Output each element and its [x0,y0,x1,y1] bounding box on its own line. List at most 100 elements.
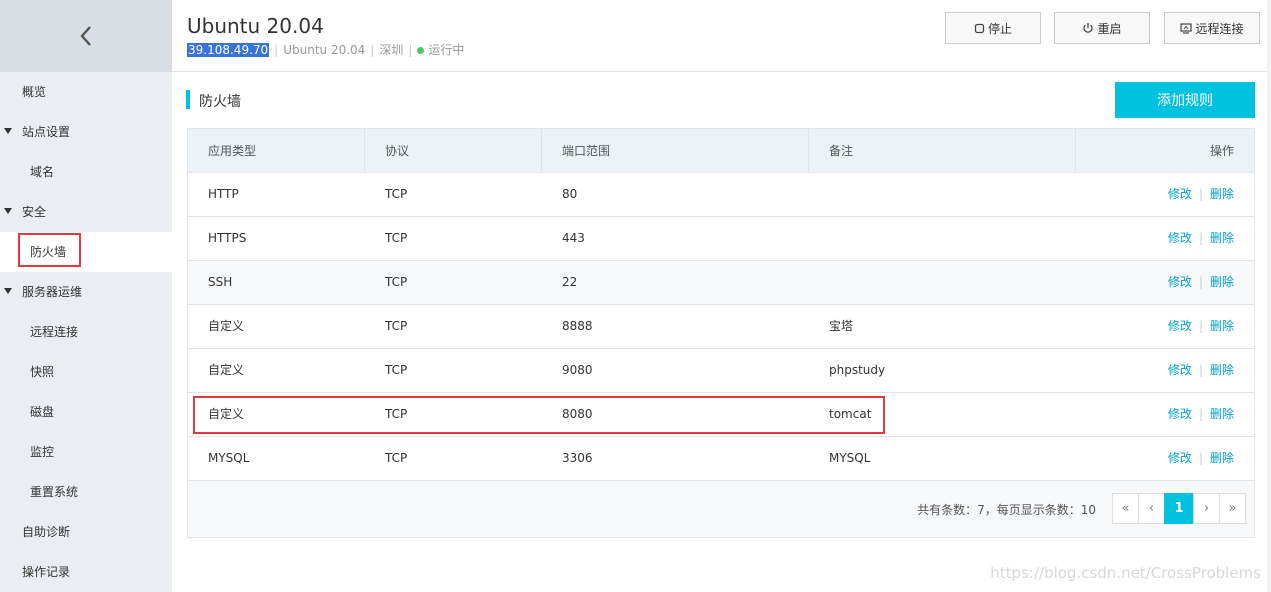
restart-button[interactable]: 重启 [1054,12,1150,44]
cell-port: 443 [562,231,585,245]
back-button[interactable] [0,0,172,72]
separator: | [1198,451,1203,465]
table-row: MYSQL TCP 3306 MYSQL 修改 | 删除 [188,437,1254,481]
table-row: 自定义 TCP 9080 phpstudy 修改 | 删除 [188,349,1254,393]
edit-rule-link[interactable]: 修改 [1168,319,1192,333]
section-title: 防火墙 [199,94,241,110]
sidebar-item-label: 站点设置 [22,125,71,139]
current-page-button[interactable]: 1 [1164,493,1194,524]
sidebar-item-label: 域名 [30,165,55,179]
caret-down-icon [4,208,12,214]
separator: | [274,43,279,57]
caret-down-icon [4,288,12,294]
sidebar-item-reset-system[interactable]: 重置系统 [0,472,172,512]
sidebar-item-label: 操作记录 [22,565,71,579]
cell-port: 8080 [562,407,593,421]
table-row: 自定义 TCP 8888 宝塔 修改 | 删除 [188,305,1254,349]
restart-button-label: 重启 [1097,21,1122,36]
column-header-actions: 操作 [1209,144,1234,158]
separator: | [1198,363,1203,377]
instance-status: 运行中 [428,43,465,57]
table-footer: 共有条数：7，每页显示条数：10 « ‹ 1 › » [187,480,1255,538]
cell-type: HTTP [208,187,239,201]
sidebar-item-snapshot[interactable]: 快照 [0,352,172,392]
sidebar-group-site-settings[interactable]: 站点设置 [0,112,172,152]
table-row: 自定义 TCP 8080 tomcat 修改 | 删除 [188,393,1254,437]
cell-note [809,217,1076,260]
edit-rule-link[interactable]: 修改 [1168,363,1192,377]
column-header-port: 端口范围 [542,129,809,173]
firewall-rules-table: 应用类型 协议 端口范围 备注 操作 HTTP TCP 80 修改 | 删除 HTTPS TC… [187,128,1255,481]
separator: | [370,43,375,57]
first-page-button[interactable]: « [1112,493,1139,524]
sidebar-item-self-diagnosis[interactable]: 自助诊断 [0,512,172,552]
sidebar-item-firewall[interactable]: 防火墙 [0,232,172,272]
sidebar-item-remote-connect[interactable]: 远程连接 [0,312,172,352]
section-accent-bar [186,90,190,109]
sidebar-item-label: 安全 [22,205,47,219]
sidebar-item-domain[interactable]: 域名 [0,152,172,192]
remote-desktop-icon [1180,22,1193,34]
caret-down-icon [4,128,12,134]
delete-rule-link[interactable]: 删除 [1210,451,1234,465]
prev-page-button[interactable]: ‹ [1138,493,1165,524]
sidebar-group-server-ops[interactable]: 服务器运维 [0,272,172,312]
edit-rule-link[interactable]: 修改 [1168,275,1192,289]
delete-rule-link[interactable]: 删除 [1210,187,1234,201]
column-header-note: 备注 [809,129,1076,173]
edit-rule-link[interactable]: 修改 [1168,231,1192,245]
power-icon [1082,22,1094,34]
cell-protocol: TCP [385,187,408,201]
cell-port: 22 [562,275,578,289]
sidebar-item-operation-log[interactable]: 操作记录 [0,552,172,592]
sidebar-item-disk[interactable]: 磁盘 [0,392,172,432]
instance-ip[interactable]: 39.108.49.70 [187,43,270,57]
remote-connect-button-label: 远程连接 [1195,21,1244,36]
edit-rule-link[interactable]: 修改 [1168,187,1192,201]
cell-actions: 修改 | 删除 [1076,217,1254,260]
separator: | [1198,231,1203,245]
edit-rule-link[interactable]: 修改 [1168,407,1192,421]
sidebar-item-monitor[interactable]: 监控 [0,432,172,472]
cell-note: 宝塔 [829,319,854,333]
sidebar-item-label: 自助诊断 [22,525,71,539]
sidebar-item-label: 快照 [30,365,55,379]
sidebar: 概览 站点设置 域名 安全 防火墙 服务器运维 远程连接 快照 磁盘 监控 重置… [0,0,172,592]
cell-port: 8888 [562,319,593,333]
remote-connect-button[interactable]: 远程连接 [1164,12,1260,44]
cell-type: 自定义 [208,319,245,333]
sidebar-item-label: 磁盘 [30,405,55,419]
sidebar-item-overview[interactable]: 概览 [0,72,172,112]
edit-rule-link[interactable]: 修改 [1168,451,1192,465]
pagination: « ‹ 1 › » [1112,493,1246,524]
delete-rule-link[interactable]: 删除 [1210,407,1234,421]
cell-protocol: TCP [385,231,408,245]
separator: | [1198,275,1203,289]
last-page-button[interactable]: » [1219,493,1246,524]
cell-note: phpstudy [829,363,886,377]
next-page-button[interactable]: › [1193,493,1220,524]
instance-os: Ubuntu 20.04 [283,43,366,57]
sidebar-group-security[interactable]: 安全 [0,192,172,232]
delete-rule-link[interactable]: 删除 [1210,363,1234,377]
cell-port: 3306 [562,451,593,465]
cell-type: 自定义 [208,407,245,421]
cell-actions: 修改 | 删除 [1076,173,1254,216]
sidebar-item-label: 监控 [30,445,55,459]
delete-rule-link[interactable]: 删除 [1210,231,1234,245]
page-title: Ubuntu 20.04 [187,14,324,38]
page-scrollbar[interactable] [1267,0,1271,592]
delete-rule-link[interactable]: 删除 [1210,275,1234,289]
cell-note: tomcat [829,407,872,421]
add-rule-button[interactable]: 添加规则 [1115,82,1255,118]
cell-port: 9080 [562,363,593,377]
delete-rule-link[interactable]: 删除 [1210,319,1234,333]
cell-protocol: TCP [385,363,408,377]
table-row: HTTPS TCP 443 修改 | 删除 [188,217,1254,261]
cell-note: MYSQL [829,451,871,465]
stop-button[interactable]: 停止 [945,12,1041,44]
chevron-left-icon [80,26,91,46]
sidebar-item-label: 重置系统 [30,485,79,499]
cell-type: HTTPS [208,231,247,245]
status-dot-icon [417,47,425,54]
